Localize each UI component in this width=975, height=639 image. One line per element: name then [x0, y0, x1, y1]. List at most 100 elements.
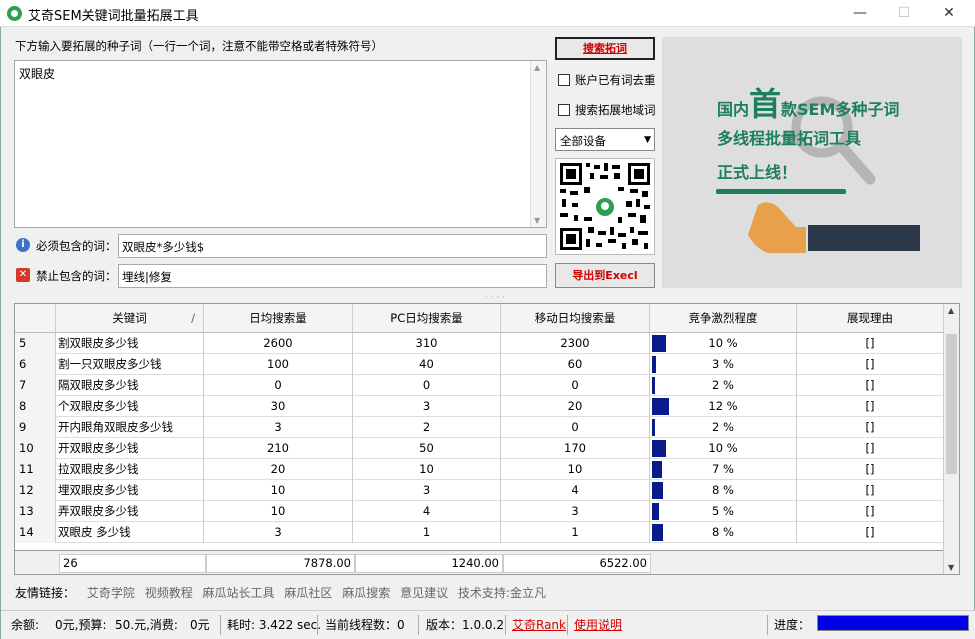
- region-checkbox-box[interactable]: [558, 104, 570, 116]
- promo-banner: 国内首款SEM多种子词 多线程批量拓词工具 正式上线！: [662, 37, 962, 288]
- table-row[interactable]: 8 个双眼皮多少钱 30 3 20 12 % []: [15, 396, 944, 417]
- minimize-button[interactable]: —: [837, 0, 883, 27]
- header-reason[interactable]: 展现理由: [797, 304, 944, 333]
- banner-headline: 国内首款SEM多种子词: [717, 79, 899, 125]
- include-label: 必须包含的词：: [36, 239, 117, 253]
- daily-search-cell: 2600: [204, 333, 353, 354]
- table-row[interactable]: 7 隔双眼皮多少钱 0 0 0 2 %[]: [15, 375, 944, 396]
- table-row[interactable]: 13 弄双眼皮多少钱 10 4 3 5 % []: [15, 501, 944, 522]
- status-bar: 余额: 0元,预算: 50.元,消费: 0元 耗时: 3.422 sec. 当前…: [1, 610, 975, 639]
- exclude-words-input[interactable]: 埋线|修复: [118, 264, 547, 288]
- header-keyword[interactable]: 关键词 /: [56, 304, 204, 333]
- banner-line-2: 多线程批量拓词工具: [717, 129, 862, 148]
- table-row[interactable]: 9 开内眼角双眼皮多少钱 3 2 0 2 % []: [15, 417, 944, 438]
- banner-suffix: 款SEM多种子词: [781, 100, 900, 119]
- table-row[interactable]: 10 开双眼皮多少钱 210 50 170 10 % []: [15, 438, 944, 459]
- row-index: 14: [15, 522, 56, 543]
- reason-cell: []: [797, 333, 944, 354]
- dropdown-arrow-icon[interactable]: ▼: [644, 135, 651, 145]
- friend-links-label: 友情链接：: [15, 586, 76, 600]
- header-mobile-search[interactable]: 移动日均搜索量: [501, 304, 650, 333]
- seed-words-label: 下方输入要拓展的种子词（一行一个词，注意不能带空格或者特殊符号）: [15, 39, 383, 53]
- competition-text: 10 %: [708, 336, 738, 350]
- table-row[interactable]: 11 拉双眼皮多少钱 20 10 10 7 %[]: [15, 459, 944, 480]
- competition-text: 10 %: [708, 441, 738, 455]
- app-logo-icon: [7, 6, 22, 21]
- search-expand-button[interactable]: 搜索拓词: [555, 37, 655, 60]
- table-row[interactable]: 5 割双眼皮多少钱 2600 310 2300 10 % []: [15, 333, 944, 354]
- competition-cell: 8 %: [650, 480, 797, 501]
- pc-search-cell: 3: [353, 396, 501, 417]
- header-competition[interactable]: 竞争激烈程度: [650, 304, 797, 333]
- header-index: [15, 304, 56, 333]
- grid-header: 关键词 / 日均搜索量 PC日均搜索量 移动日均搜索量 竞争激烈程度 展现理由: [15, 304, 944, 333]
- forbid-icon: ✕: [16, 268, 30, 282]
- competition-text: 2 %: [712, 420, 734, 434]
- pc-search-cell: 10: [353, 459, 501, 480]
- seed-words-text: 双眼皮: [19, 67, 56, 81]
- link-video-tutorial[interactable]: 视频教程: [145, 586, 193, 600]
- seed-scrollbar[interactable]: ▲ ▼: [530, 61, 546, 227]
- include-words-input[interactable]: 双眼皮*多少钱$: [118, 234, 547, 258]
- close-button[interactable]: ✕: [926, 0, 972, 27]
- keyword-cell: 弄双眼皮多少钱: [56, 501, 204, 522]
- table-row[interactable]: 6 割一只双眼皮多少钱 100 40 60 3 % []: [15, 354, 944, 375]
- daily-search-cell: 210: [204, 438, 353, 459]
- link-magua-search[interactable]: 麻瓜搜索: [342, 586, 390, 600]
- grid-scroll-thumb[interactable]: [946, 334, 957, 474]
- search-button-label: 搜索拓词: [583, 42, 627, 55]
- link-tech-support[interactable]: 技术支持:金立凡: [458, 586, 546, 600]
- status-spent-value: 0元: [190, 618, 210, 632]
- link-magua-webmaster[interactable]: 麻瓜站长工具: [203, 586, 275, 600]
- reason-cell: []: [797, 438, 944, 459]
- keyword-cell: 开双眼皮多少钱: [56, 438, 204, 459]
- grid-scroll-down-icon[interactable]: ▼: [948, 563, 954, 572]
- competition-cell: 10 %: [650, 333, 797, 354]
- help-link[interactable]: 使用说明: [574, 616, 622, 633]
- results-grid[interactable]: 关键词 / 日均搜索量 PC日均搜索量 移动日均搜索量 竞争激烈程度 展现理由 …: [14, 303, 960, 575]
- grid-scrollbar[interactable]: ▲ ▼: [943, 304, 959, 574]
- competition-text: 5 %: [712, 504, 734, 518]
- export-excel-button[interactable]: 导出到Execl: [555, 263, 655, 288]
- header-pc-search[interactable]: PC日均搜索量: [353, 304, 501, 333]
- table-row[interactable]: 12 埋双眼皮多少钱 10 3 4 8 % []: [15, 480, 944, 501]
- qr-code-image: [555, 158, 655, 255]
- summary-pc: 1240.00: [355, 554, 503, 573]
- maximize-button[interactable]: ☐: [881, 0, 927, 27]
- header-daily-search[interactable]: 日均搜索量: [204, 304, 353, 333]
- link-feedback[interactable]: 意见建议: [400, 586, 448, 600]
- aiqi-rank-link[interactable]: 艾奇Rank: [512, 616, 566, 633]
- daily-search-cell: 10: [204, 501, 353, 522]
- mobile-search-cell: 3: [501, 501, 650, 522]
- status-balance-value: 0元,预算:: [55, 618, 107, 632]
- dedupe-checkbox-box[interactable]: [558, 74, 570, 86]
- link-magua-community[interactable]: 麻瓜社区: [284, 586, 332, 600]
- grid-scroll-up-icon[interactable]: ▲: [948, 306, 954, 315]
- banner-prefix: 国内: [717, 100, 750, 119]
- mobile-search-cell: 170: [501, 438, 650, 459]
- competition-text: 7 %: [712, 462, 734, 476]
- daily-search-cell: 3: [204, 522, 353, 543]
- window-title: 艾奇SEM关键词批量拓展工具: [28, 9, 199, 24]
- competition-bar: [652, 524, 663, 541]
- scroll-up-icon[interactable]: ▲: [534, 63, 540, 72]
- summary-mobile: 6522.00: [503, 554, 651, 573]
- row-index: 12: [15, 480, 56, 501]
- link-aiqi-academy[interactable]: 艾奇学院: [87, 586, 135, 600]
- mobile-search-cell: 60: [501, 354, 650, 375]
- daily-search-cell: 0: [204, 375, 353, 396]
- reason-cell: []: [797, 459, 944, 480]
- status-elapsed: 耗时: 3.422 sec.: [227, 618, 322, 632]
- device-select[interactable]: 全部设备 ▼: [555, 128, 655, 151]
- scroll-down-icon[interactable]: ▼: [534, 216, 540, 225]
- magnifier-hand-illustration: [716, 96, 920, 253]
- competition-cell: 2 %: [650, 417, 797, 438]
- daily-search-cell: 30: [204, 396, 353, 417]
- splitter-grip-icon[interactable]: · · · ·: [485, 293, 505, 303]
- competition-text: 3 %: [712, 357, 734, 371]
- region-label: 搜索拓展地域词: [575, 103, 656, 117]
- row-index: 13: [15, 501, 56, 522]
- friend-links: 友情链接： 艾奇学院 视频教程 麻瓜站长工具 麻瓜社区 麻瓜搜索 意见建议 技术…: [15, 584, 552, 601]
- seed-words-textarea[interactable]: 双眼皮 ▲ ▼: [14, 60, 547, 228]
- table-row[interactable]: 14 双眼皮 多少钱 3 1 1 8 %[]: [15, 522, 944, 543]
